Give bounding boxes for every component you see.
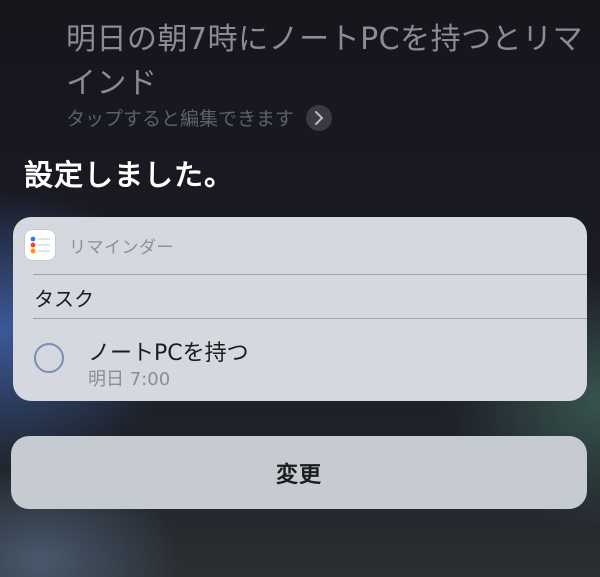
app-name: リマインダー: [69, 237, 174, 258]
edit-hint-label: タップすると編集できます: [66, 108, 295, 130]
change-button[interactable]: 変更: [11, 436, 587, 509]
reminder-title: ノートPCを持つ: [88, 341, 249, 366]
card-header: リマインダー: [13, 217, 587, 273]
divider: [33, 274, 587, 275]
divider: [33, 318, 587, 319]
edit-hint[interactable]: タップすると編集できます: [66, 104, 333, 131]
section-label: タスク: [34, 287, 94, 311]
reminders-app-icon: [25, 230, 55, 260]
reminder-checkbox[interactable]: [34, 343, 64, 373]
reminder-due-time: 明日 7:00: [88, 369, 171, 390]
reminder-item[interactable]: ノートPCを持つ 明日 7:00: [34, 335, 554, 395]
siri-response-text: 設定しました。: [24, 158, 235, 192]
siri-query-text[interactable]: 明日の朝7時にノートPCを持つとリマインド: [66, 18, 586, 106]
chevron-right-icon[interactable]: [306, 104, 333, 131]
